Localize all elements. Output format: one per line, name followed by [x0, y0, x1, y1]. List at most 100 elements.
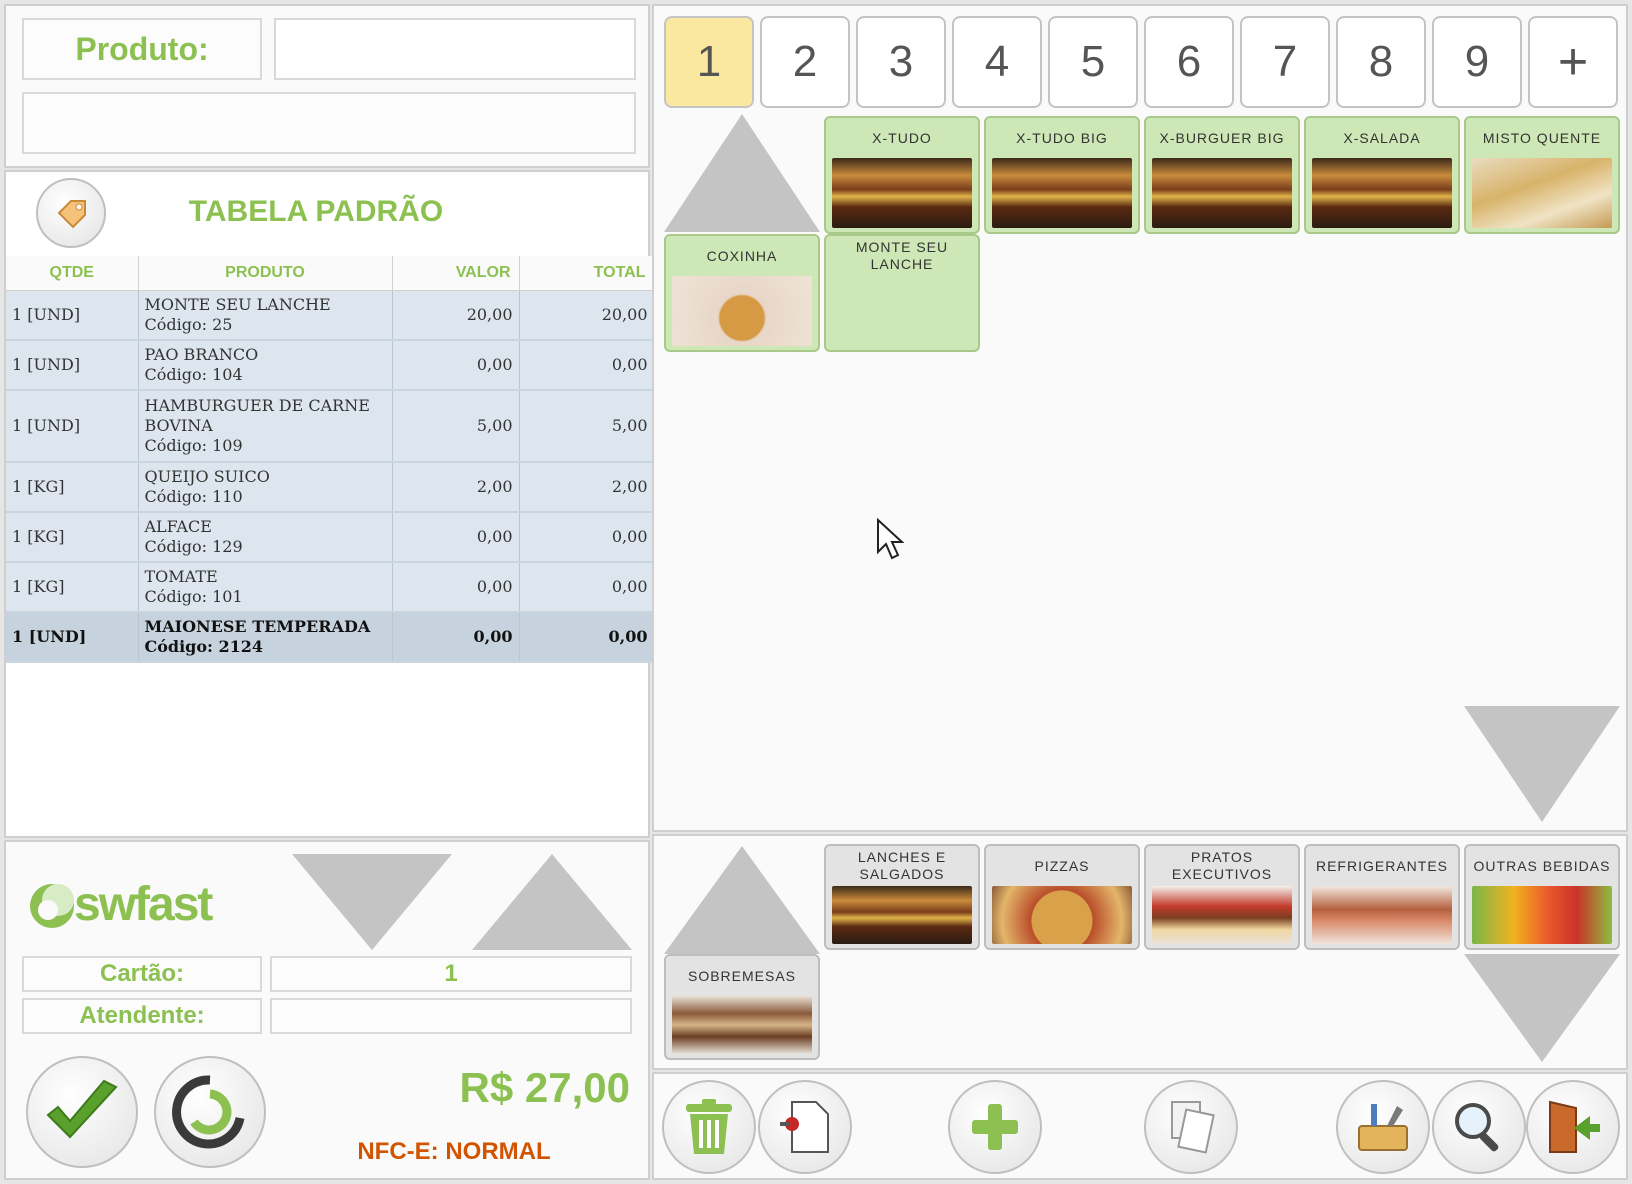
trash-icon	[686, 1099, 732, 1154]
tab-page-3[interactable]: 3	[856, 16, 946, 108]
category-tile-outras-bebidas[interactable]: OUTRAS BEBIDAS	[1464, 844, 1620, 950]
row-code: Código: 2124	[144, 637, 264, 656]
exit-button[interactable]	[1526, 1080, 1620, 1174]
product-tile-x-burguer-big[interactable]: X-BURGUER BIG	[1144, 116, 1300, 234]
row-total: 0,00	[519, 562, 652, 613]
atendente-label-box: Atendente:	[22, 998, 262, 1034]
table-row[interactable]: 1 [KG] QUEIJO SUICO Código: 110 2,00 2,00	[6, 462, 652, 513]
items-panel: TABELA PADRÃO QTDE PRODUTO VALOR TOTAL 1…	[4, 170, 652, 838]
add-item-button[interactable]	[948, 1080, 1042, 1174]
product-image	[832, 158, 972, 228]
magnifier-icon	[1455, 1103, 1499, 1152]
atendente-field[interactable]	[270, 998, 632, 1034]
row-name: PAO BRANCO	[144, 345, 259, 364]
product-image	[672, 276, 812, 346]
plus-icon	[972, 1104, 1018, 1150]
category-image	[1472, 886, 1612, 944]
table-row[interactable]: 1 [KG] TOMATE Código: 101 0,00 0,00	[6, 562, 652, 613]
tab-page-7[interactable]: 7	[1240, 16, 1330, 108]
table-row[interactable]: 1 [KG] ALFACE Código: 129 0,00 0,00	[6, 512, 652, 563]
product-tile-x-tudo[interactable]: X-TUDO	[824, 116, 980, 234]
items-table: QTDE PRODUTO VALOR TOTAL 1 [UND] MONTE S…	[6, 256, 652, 663]
col-valor: VALOR	[392, 256, 520, 291]
scroll-down-products-button[interactable]	[1464, 706, 1620, 822]
table-row[interactable]: 1 [UND] MONTE SEU LANCHE Código: 25 20,00…	[6, 290, 652, 341]
scroll-down-categories-button[interactable]	[1464, 954, 1620, 1062]
row-produto: MAIONESE TEMPERADA Código: 2124	[138, 612, 393, 663]
product-label: MONTE SEU LANCHE	[855, 239, 949, 272]
product-tile-coxinha[interactable]: COXINHA	[664, 234, 820, 352]
category-label: PIZZAS	[1034, 857, 1090, 874]
price-tag-icon	[57, 200, 86, 229]
order-total: R$ 27,00	[459, 1064, 630, 1111]
category-image	[1312, 886, 1452, 944]
product-label: X-TUDO BIG	[1016, 129, 1108, 146]
tools-button[interactable]	[1336, 1080, 1430, 1174]
row-code: Código: 110	[144, 487, 243, 506]
scroll-down-items-button[interactable]	[292, 854, 452, 950]
category-tile-lanches[interactable]: LANCHES E SALGADOS	[824, 844, 980, 950]
search-button[interactable]	[1432, 1080, 1526, 1174]
scroll-up-categories-button[interactable]	[664, 846, 820, 954]
product-label: COXINHA	[706, 247, 778, 264]
category-tile-refrigerantes[interactable]: REFRIGERANTES	[1304, 844, 1460, 950]
tab-page-8[interactable]: 8	[1336, 16, 1426, 108]
items-table-wrap: QTDE PRODUTO VALOR TOTAL 1 [UND] MONTE S…	[6, 256, 652, 663]
scroll-up-products-button[interactable]	[664, 114, 820, 232]
col-produto: PRODUTO	[138, 256, 393, 291]
nfce-status: NFC-E: NORMAL	[357, 1138, 551, 1165]
row-total: 5,00	[519, 390, 652, 463]
tab-page-2[interactable]: 2	[760, 16, 850, 108]
table-row-selected[interactable]: 1 [UND] MAIONESE TEMPERADA Código: 2124 0…	[6, 612, 652, 663]
row-produto: MONTE SEU LANCHE Código: 25	[138, 290, 393, 341]
document-pin-button[interactable]	[758, 1080, 852, 1174]
category-label: PRATOS EXECUTIVOS	[1171, 849, 1273, 882]
product-tile-x-tudo-big[interactable]: X-TUDO BIG	[984, 116, 1140, 234]
tab-add-page[interactable]: +	[1528, 16, 1618, 108]
product-image	[992, 158, 1132, 228]
tab-page-1[interactable]: 1	[664, 16, 754, 108]
copy-documents-button[interactable]	[1144, 1080, 1238, 1174]
scroll-up-items-button[interactable]	[472, 854, 632, 950]
row-valor: 0,00	[392, 512, 520, 563]
produto-input[interactable]	[274, 18, 636, 80]
row-qtde: 1 [UND]	[6, 612, 139, 663]
row-name: ALFACE	[144, 517, 212, 536]
row-total: 20,00	[519, 290, 652, 341]
table-row[interactable]: 1 [UND] PAO BRANCO Código: 104 0,00 0,00	[6, 340, 652, 391]
row-produto: TOMATE Código: 101	[138, 562, 393, 613]
table-row[interactable]: 1 [UND] HAMBURGUER DE CARNE BOVINA Código…	[6, 390, 652, 463]
category-tile-sobremesas[interactable]: SOBREMESAS	[664, 954, 820, 1060]
row-valor: 20,00	[392, 290, 520, 341]
row-valor: 5,00	[392, 390, 520, 463]
confirm-button[interactable]	[26, 1056, 138, 1168]
product-image	[1312, 158, 1452, 228]
tab-page-4[interactable]: 4	[952, 16, 1042, 108]
row-code: Código: 101	[144, 587, 243, 606]
row-qtde: 1 [UND]	[6, 290, 139, 341]
tab-page-6[interactable]: 6	[1144, 16, 1234, 108]
delete-item-button[interactable]	[662, 1080, 756, 1174]
documents-icon	[1171, 1101, 1215, 1154]
row-produto: HAMBURGUER DE CARNE BOVINA Código: 109	[138, 390, 393, 463]
product-tile-x-salada[interactable]: X-SALADA	[1304, 116, 1460, 234]
products-panel: 1 2 3 4 5 6 7 8 9 + X-TUDO X-TUDO BIG X-…	[652, 4, 1628, 832]
price-tag-button[interactable]	[36, 178, 106, 248]
checkmark-icon	[46, 1079, 118, 1139]
row-name: MONTE SEU LANCHE	[144, 294, 331, 314]
row-code: Código: 129	[144, 537, 243, 556]
cartao-field[interactable]: 1	[270, 956, 632, 992]
product-tile-monte-seu-lanche[interactable]: MONTE SEU LANCHE	[824, 234, 980, 352]
tab-page-9[interactable]: 9	[1432, 16, 1522, 108]
tab-page-5[interactable]: 5	[1048, 16, 1138, 108]
row-name: TOMATE	[144, 567, 218, 586]
category-tile-pratos-executivos[interactable]: PRATOS EXECUTIVOS	[1144, 844, 1300, 950]
product-tile-misto-quente[interactable]: MISTO QUENTE	[1464, 116, 1620, 234]
produto-description	[22, 92, 636, 154]
action-toolbar	[652, 1072, 1628, 1180]
product-input-panel: Produto:	[4, 4, 650, 168]
refresh-button[interactable]	[154, 1056, 266, 1168]
category-tile-pizzas[interactable]: PIZZAS	[984, 844, 1140, 950]
swfast-logo: swfast	[24, 874, 244, 934]
row-qtde: 1 [UND]	[6, 390, 139, 463]
